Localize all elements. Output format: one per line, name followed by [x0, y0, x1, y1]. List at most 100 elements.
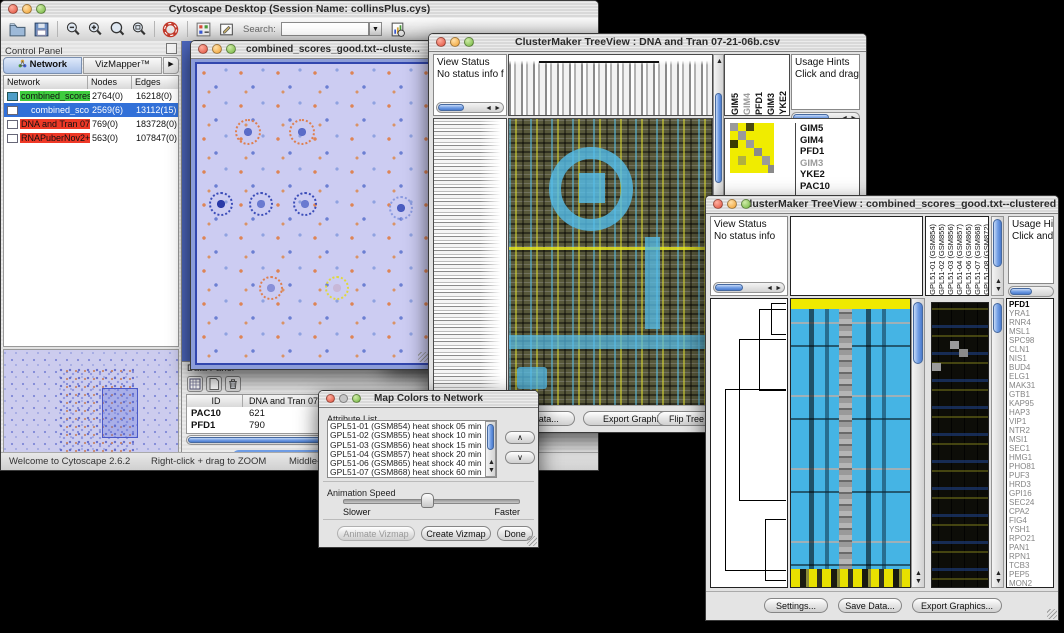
- tv2-heatmap-vscrollbar[interactable]: ▲ ▼: [911, 298, 925, 588]
- network-row[interactable]: combined_scores 2764(0) 16218(0): [4, 89, 178, 103]
- help-lifebuoy-icon[interactable]: [162, 21, 179, 38]
- gene-label[interactable]: GTB1: [1009, 390, 1053, 399]
- tv2-export-graphics-button[interactable]: Export Graphics...: [912, 598, 1002, 613]
- open-icon[interactable]: [9, 21, 26, 38]
- row-label[interactable]: YKE2: [800, 169, 830, 181]
- zoom-out-icon[interactable]: [65, 21, 82, 38]
- new-attribute-icon[interactable]: [206, 376, 222, 392]
- vizmap-icon[interactable]: [195, 21, 212, 38]
- column-label[interactable]: GIM5: [731, 93, 740, 115]
- tv2-usage-hscrollbar[interactable]: [1008, 286, 1054, 297]
- scroll-up-arrow[interactable]: ▲: [995, 570, 1002, 577]
- scroll-right-arrow[interactable]: ►: [494, 105, 501, 112]
- close-button[interactable]: [436, 37, 446, 47]
- scroll-up-arrow[interactable]: ▲: [716, 58, 723, 65]
- gene-label[interactable]: ELG1: [1009, 372, 1053, 381]
- gene-label[interactable]: SPC98: [1009, 336, 1053, 345]
- gene-label[interactable]: PEP5: [1009, 570, 1053, 579]
- resize-grip[interactable]: [418, 352, 428, 362]
- network-window-title-bar[interactable]: combined_scores_good.txt--cluste...: [191, 41, 435, 59]
- close-button[interactable]: [8, 4, 18, 14]
- gene-label[interactable]: PAN1: [1009, 543, 1053, 552]
- gene-label[interactable]: HMG1: [1009, 453, 1053, 462]
- attribute-list-vscrollbar[interactable]: ▲ ▼: [485, 421, 496, 477]
- gene-label[interactable]: CLN1: [1009, 345, 1053, 354]
- gene-label[interactable]: RPO21: [1009, 534, 1053, 543]
- search-input[interactable]: [281, 22, 369, 36]
- gene-label[interactable]: RNR4: [1009, 318, 1053, 327]
- tv2-gene-vscrollbar[interactable]: ▲ ▼: [991, 298, 1004, 588]
- close-button[interactable]: [713, 199, 723, 209]
- close-button[interactable]: [326, 394, 335, 403]
- scroll-left-arrow[interactable]: ◄: [766, 285, 773, 292]
- gene-label[interactable]: BUD4: [1009, 363, 1053, 372]
- tab-overflow-button[interactable]: ▶: [163, 57, 179, 74]
- column-label[interactable]: GPL51-01 (GSM854): [929, 224, 937, 295]
- minimize-button[interactable]: [212, 44, 222, 54]
- gene-label[interactable]: KAP95: [1009, 399, 1053, 408]
- gene-label[interactable]: MSL1: [1009, 327, 1053, 336]
- minimize-button[interactable]: [22, 4, 32, 14]
- speed-slider-thumb[interactable]: [421, 493, 434, 508]
- gene-label[interactable]: CPA2: [1009, 507, 1053, 516]
- scroll-down-arrow[interactable]: ▼: [915, 578, 922, 585]
- zoom-in-icon[interactable]: [87, 21, 104, 38]
- zoom-fit-icon[interactable]: [131, 21, 148, 38]
- move-up-button[interactable]: ∧: [505, 431, 535, 444]
- tv2-usage-hscroll-thumb[interactable]: [1010, 288, 1032, 295]
- gene-label[interactable]: VIP1: [1009, 417, 1053, 426]
- tab-network[interactable]: Network: [3, 57, 82, 74]
- row-label[interactable]: GIM3: [800, 158, 830, 170]
- zoom-button[interactable]: [741, 199, 751, 209]
- scroll-down-arrow[interactable]: ▼: [995, 578, 1002, 585]
- network-view-canvas[interactable]: [195, 62, 431, 365]
- tv1-status-hscroll-thumb[interactable]: [438, 104, 464, 111]
- tv1-status-hscrollbar[interactable]: ◄ ►: [436, 102, 504, 113]
- gene-label[interactable]: SEC24: [1009, 498, 1053, 507]
- gene-label[interactable]: PFD1: [1009, 300, 1053, 309]
- col-network[interactable]: Network: [4, 76, 88, 89]
- minimize-button[interactable]: [450, 37, 460, 47]
- gene-label[interactable]: RPN1: [1009, 552, 1053, 561]
- scroll-up-arrow[interactable]: ▲: [995, 278, 1002, 285]
- scroll-up-arrow[interactable]: ▲: [488, 459, 495, 466]
- gene-label[interactable]: HAP3: [1009, 408, 1053, 417]
- delete-attribute-trash-icon[interactable]: [225, 376, 241, 392]
- row-label[interactable]: GIM4: [800, 135, 830, 147]
- gene-label[interactable]: YSH1: [1009, 525, 1053, 534]
- gene-label[interactable]: MAK31: [1009, 381, 1053, 390]
- attribute-listbox[interactable]: GPL51-01 (GSM854) heat shock 05 minGPL51…: [327, 420, 497, 478]
- tv2-heatmap-vscroll-thumb[interactable]: [913, 302, 923, 364]
- network-row[interactable]: combined_sco 2569(6) 13112(15): [4, 103, 178, 117]
- tv2-main-heatmap[interactable]: [790, 298, 911, 588]
- attribute-chart-icon[interactable]: [389, 21, 406, 38]
- search-dropdown-button[interactable]: ▼: [369, 22, 382, 36]
- save-icon[interactable]: [33, 21, 50, 38]
- gene-label[interactable]: TCB3: [1009, 561, 1053, 570]
- column-label[interactable]: PFD1: [755, 92, 764, 115]
- move-down-button[interactable]: ∨: [505, 451, 535, 464]
- column-label[interactable]: GPL51-08 (GSM872): [983, 224, 989, 295]
- zoom-button[interactable]: [36, 4, 46, 14]
- column-label[interactable]: GIM4: [743, 93, 752, 115]
- tv2-save-data-button[interactable]: Save Data...: [838, 598, 902, 613]
- col-nodes[interactable]: Nodes: [88, 76, 132, 89]
- gene-label[interactable]: GPI16: [1009, 489, 1053, 498]
- create-vizmap-button[interactable]: Create Vizmap: [421, 526, 491, 541]
- overview-viewport-rect[interactable]: [102, 388, 138, 438]
- column-label[interactable]: GPL51-03 (GSM856): [947, 224, 955, 295]
- gene-label[interactable]: FIG4: [1009, 516, 1053, 525]
- column-label[interactable]: GPL51-07 (GSM868): [974, 224, 982, 295]
- gene-label[interactable]: MON2: [1009, 579, 1053, 588]
- row-label[interactable]: GIM5: [800, 123, 830, 135]
- row-label[interactable]: PAC10: [800, 181, 830, 193]
- gene-label[interactable]: HRD3: [1009, 480, 1053, 489]
- resize-grip[interactable]: [1047, 609, 1057, 619]
- network-row[interactable]: RNAPuberNov2+ 563(0) 107847(0): [4, 131, 178, 145]
- animate-vizmap-button[interactable]: Animate Vizmap: [337, 526, 415, 541]
- tv2-detail-heatmap[interactable]: [931, 302, 989, 588]
- tv2-collabel-vscroll-thumb[interactable]: [993, 219, 1002, 267]
- scroll-left-arrow[interactable]: ◄: [485, 105, 492, 112]
- resize-grip[interactable]: [527, 536, 537, 546]
- tv2-status-hscroll-thumb[interactable]: [715, 284, 743, 291]
